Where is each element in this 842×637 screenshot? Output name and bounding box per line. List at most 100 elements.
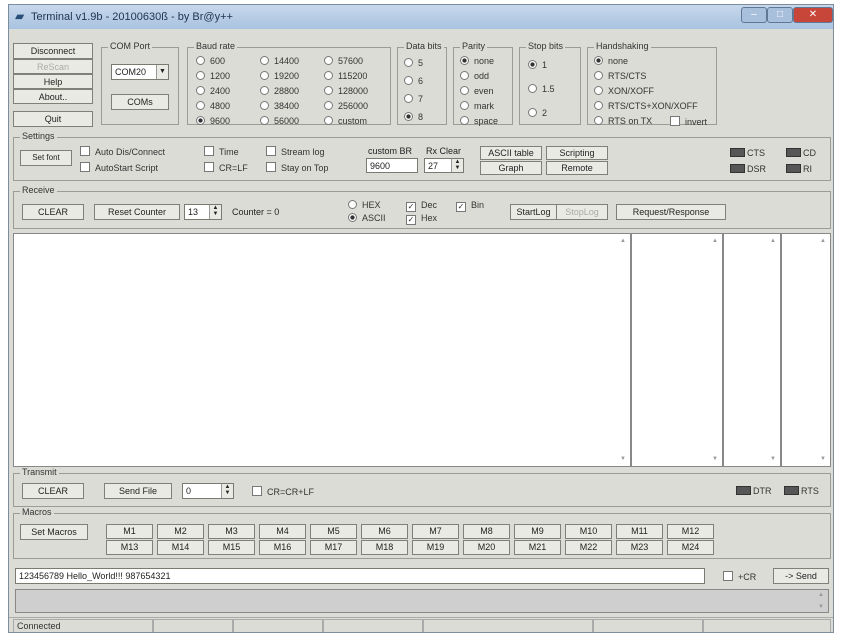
receive-hex-radio[interactable]: HEX	[348, 200, 381, 210]
macro-button-m6[interactable]: M6	[361, 524, 408, 539]
spinner-arrows-icon[interactable]: ▲ ▼	[451, 159, 463, 172]
handshaking-option[interactable]: none	[594, 56, 628, 66]
data-bits-option[interactable]: 8	[404, 112, 423, 122]
coms-button[interactable]: COMs	[111, 94, 169, 110]
data-bits-option[interactable]: 6	[404, 76, 423, 86]
parity-option[interactable]: odd	[460, 71, 489, 81]
graph-button[interactable]: Graph	[480, 161, 542, 175]
baud-option[interactable]: 9600	[196, 116, 230, 126]
parity-option[interactable]: mark	[460, 101, 494, 111]
send-file-button[interactable]: Send File	[104, 483, 172, 499]
close-button[interactable]: ✕	[793, 7, 833, 23]
transmit-input[interactable]: 123456789 Hello_World!!! 987654321	[15, 568, 705, 584]
macro-button-m14[interactable]: M14	[157, 540, 204, 555]
receive-dec-pane[interactable]: ▲ ▼	[631, 233, 723, 467]
receive-bin-pane[interactable]: ▲ ▼	[781, 233, 831, 467]
counter-spinner[interactable]: 13 ▲ ▼	[184, 204, 222, 220]
macro-button-m8[interactable]: M8	[463, 524, 510, 539]
hex-checkbox[interactable]: Hex	[406, 213, 437, 225]
rts-indicator[interactable]: RTS	[784, 486, 819, 496]
cr-lf-checkbox[interactable]: CR=LF	[204, 162, 248, 173]
scroll-down-icon[interactable]: ▼	[770, 456, 776, 462]
baud-option[interactable]: 19200	[260, 71, 299, 81]
macro-button-m12[interactable]: M12	[667, 524, 714, 539]
scroll-down-icon[interactable]: ▼	[818, 604, 824, 610]
spinner-arrows-icon[interactable]: ▲ ▼	[209, 205, 221, 219]
macro-button-m11[interactable]: M11	[616, 524, 663, 539]
baud-option[interactable]: 1200	[196, 71, 230, 81]
macro-button-m22[interactable]: M22	[565, 540, 612, 555]
scroll-down-icon[interactable]: ▼	[620, 456, 626, 462]
transmit-clear-button[interactable]: CLEAR	[22, 483, 84, 499]
remote-button[interactable]: Remote	[546, 161, 608, 175]
dec-checkbox[interactable]: Dec	[406, 200, 437, 212]
time-checkbox[interactable]: Time	[204, 146, 239, 157]
macro-button-m17[interactable]: M17	[310, 540, 357, 555]
receive-ascii-radio[interactable]: ASCII	[348, 213, 386, 223]
request-response-button[interactable]: Request/Response	[616, 204, 726, 220]
rescan-button[interactable]: ReScan	[13, 59, 93, 74]
data-bits-option[interactable]: 7	[404, 94, 423, 104]
macro-button-m1[interactable]: M1	[106, 524, 153, 539]
help-button[interactable]: Help	[13, 74, 93, 89]
parity-option[interactable]: space	[460, 116, 498, 126]
handshaking-option[interactable]: RTS/CTS+XON/XOFF	[594, 101, 698, 111]
stay-on-top-checkbox[interactable]: Stay on Top	[266, 162, 328, 173]
macro-button-m2[interactable]: M2	[157, 524, 204, 539]
set-font-button[interactable]: Set font	[20, 150, 72, 166]
bin-checkbox[interactable]: Bin	[456, 200, 484, 212]
send-button[interactable]: -> Send	[773, 568, 829, 584]
macro-button-m19[interactable]: M19	[412, 540, 459, 555]
macro-button-m24[interactable]: M24	[667, 540, 714, 555]
maximize-button[interactable]: □	[767, 7, 793, 23]
minimize-button[interactable]: –	[741, 7, 767, 23]
stop-bits-option[interactable]: 1.5	[528, 84, 555, 94]
rx-clear-spinner[interactable]: 27 ▲ ▼	[424, 158, 464, 173]
parity-option[interactable]: none	[460, 56, 494, 66]
macro-button-m20[interactable]: M20	[463, 540, 510, 555]
baud-option[interactable]: 14400	[260, 56, 299, 66]
invert-checkbox[interactable]: invert	[670, 116, 707, 127]
stop-bits-option[interactable]: 2	[528, 108, 547, 118]
macro-button-m16[interactable]: M16	[259, 540, 306, 555]
set-macros-button[interactable]: Set Macros	[20, 524, 88, 540]
macro-button-m13[interactable]: M13	[106, 540, 153, 555]
scroll-up-icon[interactable]: ▲	[770, 238, 776, 244]
scroll-up-icon[interactable]: ▲	[818, 592, 824, 598]
stoplog-button[interactable]: StopLog	[556, 204, 608, 220]
macro-button-m7[interactable]: M7	[412, 524, 459, 539]
macro-button-m4[interactable]: M4	[259, 524, 306, 539]
baud-option[interactable]: 115200	[324, 71, 367, 81]
macro-button-m9[interactable]: M9	[514, 524, 561, 539]
startlog-button[interactable]: StartLog	[510, 204, 556, 220]
dtr-indicator[interactable]: DTR	[736, 486, 772, 496]
macro-button-m21[interactable]: M21	[514, 540, 561, 555]
chevron-down-icon[interactable]: ▼	[156, 65, 168, 79]
auto-dis-connect-checkbox[interactable]: Auto Dis/Connect	[80, 146, 165, 157]
baud-option[interactable]: custom	[324, 116, 367, 126]
handshaking-option[interactable]: XON/XOFF	[594, 86, 654, 96]
macro-button-m15[interactable]: M15	[208, 540, 255, 555]
handshaking-option[interactable]: RTS/CTS	[594, 71, 646, 81]
scroll-up-icon[interactable]: ▲	[820, 238, 826, 244]
macro-button-m5[interactable]: M5	[310, 524, 357, 539]
disconnect-button[interactable]: Disconnect	[13, 43, 93, 59]
receive-hex-pane[interactable]: ▲ ▼	[723, 233, 781, 467]
cr-crlf-checkbox[interactable]: CR=CR+LF	[252, 486, 314, 497]
com-port-select[interactable]: COM20 ▼	[111, 64, 169, 80]
parity-option[interactable]: even	[460, 86, 494, 96]
macro-button-m23[interactable]: M23	[616, 540, 663, 555]
baud-option[interactable]: 2400	[196, 86, 230, 96]
macro-button-m10[interactable]: M10	[565, 524, 612, 539]
transmit-history-pane[interactable]: ▲ ▼	[15, 589, 829, 613]
scroll-up-icon[interactable]: ▲	[712, 238, 718, 244]
plus-cr-checkbox[interactable]: +CR	[723, 571, 756, 582]
baud-option[interactable]: 57600	[324, 56, 363, 66]
quit-button[interactable]: Quit	[13, 111, 93, 127]
scroll-down-icon[interactable]: ▼	[820, 456, 826, 462]
scroll-down-icon[interactable]: ▼	[712, 456, 718, 462]
macro-button-m18[interactable]: M18	[361, 540, 408, 555]
handshaking-option[interactable]: RTS on TX	[594, 116, 652, 126]
baud-option[interactable]: 38400	[260, 101, 299, 111]
autostart-script-checkbox[interactable]: AutoStart Script	[80, 162, 158, 173]
